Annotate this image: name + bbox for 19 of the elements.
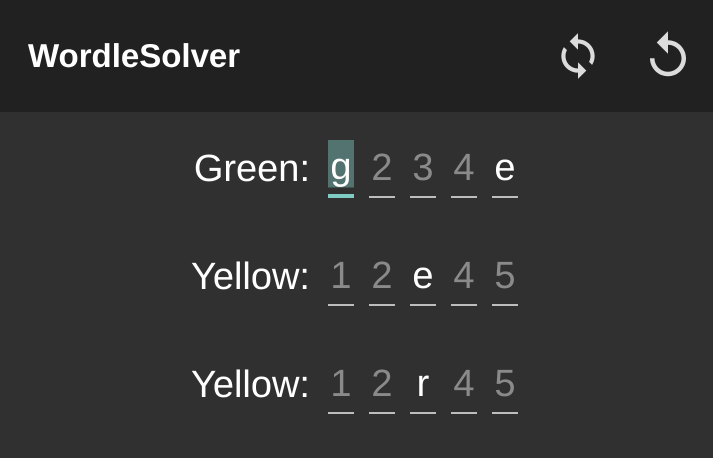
letter-field[interactable]: 4	[451, 248, 477, 306]
letter-field[interactable]: 5	[492, 356, 518, 414]
letter-field[interactable]: e	[492, 140, 518, 198]
letter-field[interactable]: g	[328, 140, 354, 198]
letter-field[interactable]: 1	[328, 356, 354, 414]
letter-field[interactable]: 2	[369, 356, 395, 414]
letter-field[interactable]: 4	[451, 140, 477, 198]
row-label: Yellow:	[190, 364, 310, 406]
letter-field[interactable]: e	[410, 248, 436, 306]
row-label: Yellow:	[190, 256, 310, 298]
letter-field[interactable]: 1	[328, 248, 354, 306]
letter-field[interactable]: 3	[410, 140, 436, 198]
app-title: WordleSolver	[28, 37, 240, 75]
letter-field[interactable]: r	[410, 356, 436, 414]
letter-field[interactable]: 2	[369, 248, 395, 306]
letter-field[interactable]: 2	[369, 140, 395, 198]
letter-field[interactable]: 5	[492, 248, 518, 306]
letter-field[interactable]: 4	[451, 356, 477, 414]
row-label: Green:	[192, 148, 310, 190]
